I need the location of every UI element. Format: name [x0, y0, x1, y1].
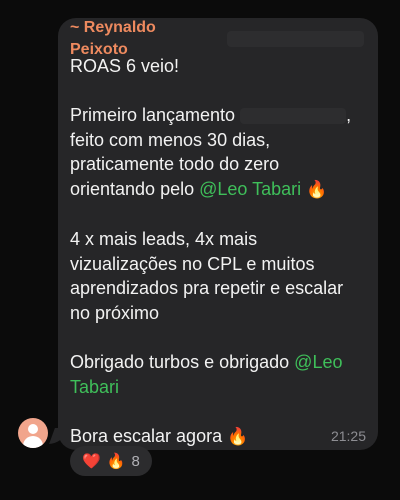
mention-link[interactable]: @Leo Tabari	[199, 179, 301, 199]
message-timestamp: 21:25	[330, 428, 366, 444]
message-line-text: Bora escalar agora	[70, 425, 223, 446]
message-text: ROAS 6 veio! Primeiro lançamento , feito…	[70, 54, 364, 450]
redacted-text	[226, 31, 364, 47]
fire-emoji-icon: 🔥	[306, 179, 328, 199]
message-bubble[interactable]: ~ Reynaldo Peixoto ROAS 6 veio! Primeiro…	[58, 18, 378, 450]
message-line: feito com menos 30 dias,	[70, 129, 271, 150]
avatar-body	[23, 436, 43, 448]
mention-link-continued[interactable]: Tabari	[70, 375, 364, 400]
message-line: orientando pelo @Leo Tabari 🔥	[70, 177, 364, 203]
redacted-text	[240, 108, 347, 125]
message-line: Obrigado turbos e obrigado @Leo	[70, 350, 364, 375]
fire-emoji-icon: 🔥	[227, 426, 249, 446]
message-line: aprendizados pra repetir e escalar	[70, 278, 344, 299]
person-placeholder-icon[interactable]	[18, 418, 48, 448]
message-line: praticamente todo do zero	[70, 154, 280, 175]
message-line: Primeiro lançamento ,	[70, 105, 352, 126]
message-line: 4 x mais leads, 4x mais	[70, 229, 258, 250]
sender-name[interactable]: ~ Reynaldo Peixoto	[70, 19, 364, 58]
fire-reaction-icon: 🔥	[106, 453, 126, 470]
message-line-text: orientando pelo	[70, 178, 195, 199]
message-line: vizualizações no CPL e muitos	[70, 253, 315, 274]
message-line: no próximo	[70, 302, 160, 323]
message-line: ROAS 6 veio!	[70, 56, 180, 76]
reaction-count: 8	[131, 452, 140, 470]
message-line-text: Primeiro lançamento	[70, 105, 236, 126]
message-line-text: Obrigado turbos e obrigado	[70, 352, 290, 373]
reactions-pill[interactable]: ❤️ 🔥 8	[70, 446, 152, 476]
heart-reaction-icon: ❤️	[82, 453, 101, 470]
avatar-head	[28, 424, 38, 434]
mention-link[interactable]: @Leo	[294, 352, 342, 372]
